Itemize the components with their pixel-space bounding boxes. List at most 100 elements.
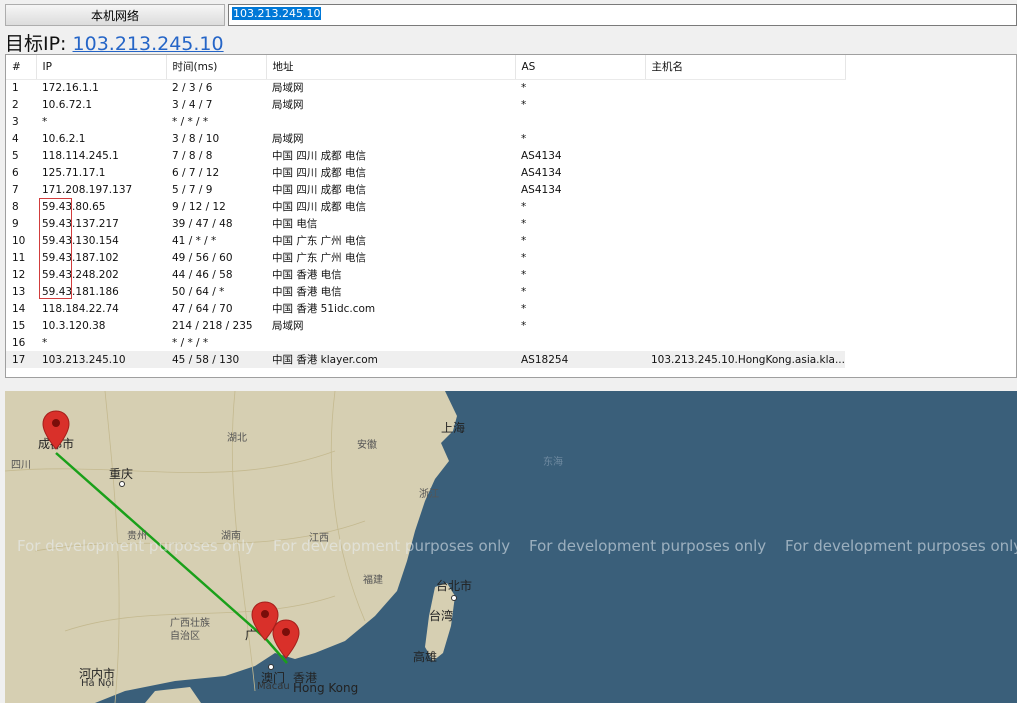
hop-as: * [521, 285, 527, 298]
table-row[interactable]: 15 10.3.120.38 214 / 218 / 235 局域网 * [6, 317, 845, 334]
watermark-4: For development purposes only [785, 537, 1017, 555]
hop-time: 214 / 218 / 235 [172, 319, 253, 332]
hop-as: * [521, 98, 527, 111]
hop-as: * [521, 234, 527, 247]
watermark-2: For development purposes only [273, 537, 511, 555]
hop-ip: 10.6.72.1 [42, 98, 93, 111]
hop-time: 45 / 58 / 130 [166, 351, 266, 368]
table-row[interactable]: 1 172.16.1.1 2 / 3 / 6 局域网 * [6, 79, 845, 96]
hop-index: 11 [12, 251, 26, 264]
hop-index: 17 [6, 351, 36, 368]
hop-time: 2 / 3 / 6 [172, 81, 213, 94]
hop-index: 16 [12, 336, 26, 349]
hop-ip: 172.16.1.1 [42, 81, 99, 94]
hop-as: * [521, 200, 527, 213]
hop-hostname [645, 130, 845, 147]
hop-index: 4 [12, 132, 19, 145]
hop-ip: * [42, 115, 48, 128]
hop-ip: 10.6.2.1 [42, 132, 86, 145]
table-row[interactable]: 14 118.184.22.74 47 / 64 / 70 中国 香港 51idc.c… [6, 300, 845, 317]
hop-hostname [645, 96, 845, 113]
hop-address [266, 113, 515, 130]
hop-hostname [645, 79, 845, 96]
table-row[interactable]: 2 10.6.72.1 3 / 4 / 7 局域网 * [6, 96, 845, 113]
table-row[interactable]: 16 * * / * / * [6, 334, 845, 351]
target-ip-label: 目标IP: [5, 33, 73, 55]
hop-hostname [645, 113, 845, 130]
hop-as: AS4134 [521, 149, 562, 162]
table-row[interactable]: 12 59.43.248.202 44 / 46 / 58 中国 香港 电信 * [6, 266, 845, 283]
hop-address: 中国 香港 51idc.com [272, 303, 376, 315]
hop-ip: * [42, 336, 48, 349]
hop-time: 7 / 8 / 8 [172, 149, 213, 162]
hop-index: 13 [12, 285, 26, 298]
hop-time: 47 / 64 / 70 [172, 302, 233, 315]
map-pin-hongkong-icon[interactable] [272, 619, 300, 659]
hops-table: # IP 时间(ms) 地址 AS 主机名 1 172.16.1.1 2 / 3 / 6 局域网… [6, 55, 846, 368]
hop-as: * [521, 81, 527, 94]
hop-hostname [645, 266, 845, 283]
hop-time: 6 / 7 / 12 [172, 166, 220, 179]
label-taiwan: 台湾 [429, 609, 454, 623]
hop-as: * [521, 319, 527, 332]
table-row[interactable]: 5 118.114.245.1 7 / 8 / 8 中国 四川 成都 电信 AS4134 [6, 147, 845, 164]
table-row[interactable]: 7 171.208.197.137 5 / 7 / 9 中国 四川 成都 电信 AS41… [6, 181, 845, 198]
table-row[interactable]: 13 59.43.181.186 50 / 64 / * 中国 香港 电信 * [6, 283, 845, 300]
label-fujian: 福建 [363, 575, 383, 586]
target-ip-input[interactable]: 103.213.245.10 [228, 4, 1017, 26]
hop-time: 9 / 12 / 12 [172, 200, 226, 213]
hop-time: 39 / 47 / 48 [172, 217, 233, 230]
hop-address: 局域网 [272, 133, 304, 145]
table-row[interactable]: 6 125.71.17.1 6 / 7 / 12 中国 四川 成都 电信 AS4134 [6, 164, 845, 181]
table-row[interactable]: 17 103.213.245.10 45 / 58 / 130 中国 香港 klaye… [6, 351, 845, 368]
label-donghai: 东海 [543, 457, 563, 468]
hop-index: 7 [12, 183, 19, 196]
hop-address: 中国 四川 成都 电信 [272, 167, 367, 179]
label-chongqing: 重庆 [109, 467, 134, 481]
table-row[interactable]: 8 59.43.80.65 9 / 12 / 12 中国 四川 成都 电信 * [6, 198, 845, 215]
hop-ip: 118.114.245.1 [42, 149, 119, 162]
watermark-3: For development purposes only [529, 537, 767, 555]
table-row[interactable]: 11 59.43.187.102 49 / 56 / 60 中国 广东 广州 电信 * [6, 249, 845, 266]
hop-hostname [645, 283, 845, 300]
hop-as: * [521, 132, 527, 145]
hop-hostname [645, 215, 845, 232]
hop-index: 15 [12, 319, 26, 332]
hop-address: 中国 香港 电信 [272, 286, 342, 298]
source-network-button[interactable]: 本机网络 [5, 4, 225, 26]
hop-as [515, 334, 645, 351]
table-row[interactable]: 9 59.43.137.217 39 / 47 / 48 中国 电信 * [6, 215, 845, 232]
hop-as: AS18254 [515, 351, 645, 368]
hop-time: 49 / 56 / 60 [172, 251, 233, 264]
hop-index: 9 [12, 217, 19, 230]
hop-ip: 125.71.17.1 [42, 166, 106, 179]
hop-time: 50 / 64 / * [172, 285, 225, 298]
hop-hostname [645, 300, 845, 317]
col-as-header[interactable]: AS [515, 55, 646, 80]
taipei-dot [451, 595, 457, 601]
table-row[interactable]: 3 * * / * / * [6, 113, 845, 130]
col-address-header[interactable]: 地址 [266, 55, 516, 80]
col-time-header[interactable]: 时间(ms) [166, 55, 267, 80]
hop-address: 中国 香港 电信 [272, 269, 342, 281]
hop-address: 中国 广东 广州 电信 [272, 235, 367, 247]
hop-address: 局域网 [272, 82, 304, 95]
hop-hostname: 103.213.245.10.HongKong.asia.kla... [645, 351, 845, 368]
hop-index: 14 [12, 302, 26, 315]
hop-address: 中国 电信 [272, 218, 318, 230]
hop-hostname [645, 147, 845, 164]
col-hostname-header[interactable]: 主机名 [645, 55, 846, 80]
table-row[interactable]: 10 59.43.130.154 41 / * / * 中国 广东 广州 电信 * [6, 232, 845, 249]
target-ip-text: 103.213.245.10 [232, 7, 322, 20]
label-sichuan: 四川 [11, 460, 31, 471]
hop-index: 6 [12, 166, 19, 179]
label-gaoxiong: 高雄 [413, 650, 438, 664]
map-pin-chengdu-icon[interactable] [42, 410, 70, 450]
col-ip-header[interactable]: IP [36, 55, 167, 80]
hop-address: 中国 香港 klayer.com [266, 351, 515, 368]
route-map[interactable]: 成都市 四川 重庆 湖北 安徽 上海 东海 浙江 贵州 湖南 江西 福建 台北市… [5, 391, 1017, 703]
table-row[interactable]: 4 10.6.2.1 3 / 8 / 10 局域网 * [6, 130, 845, 147]
target-ip-link[interactable]: 103.213.245.10 [73, 33, 224, 55]
col-index-header[interactable]: # [6, 55, 37, 80]
toolbar: 本机网络 103.213.245.10 [5, 4, 1017, 26]
